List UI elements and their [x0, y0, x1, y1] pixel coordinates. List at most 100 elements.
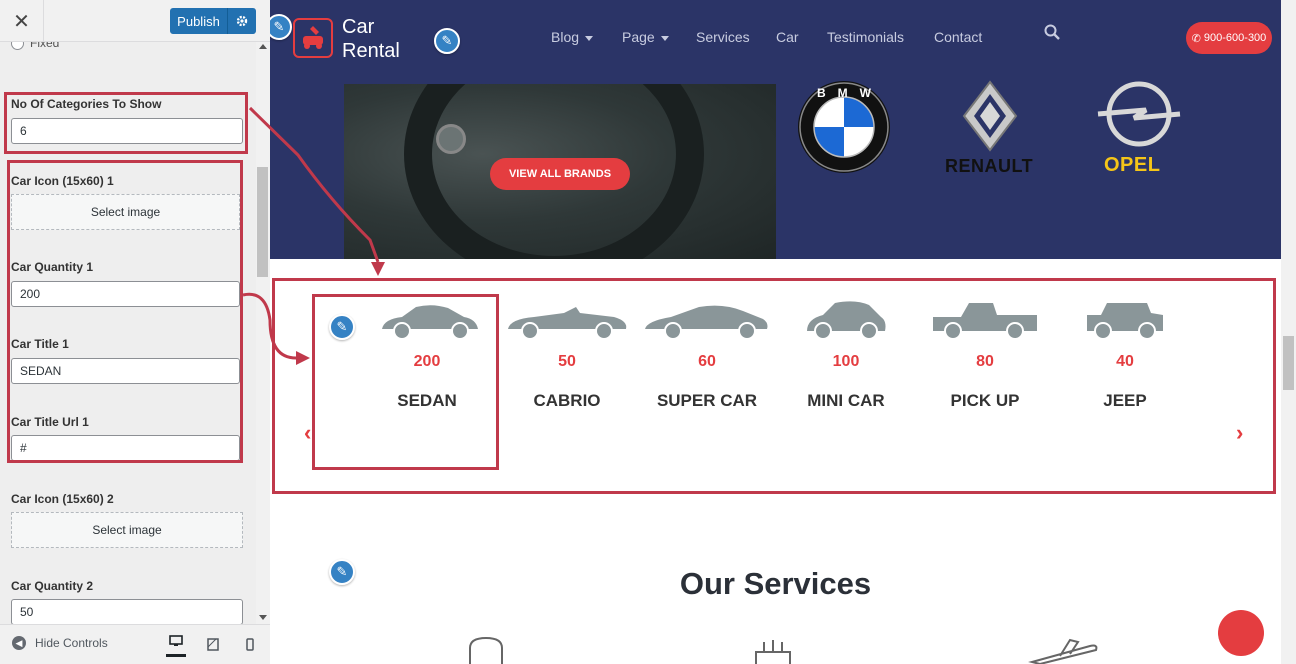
menu-item-contact[interactable]: Contact [934, 29, 982, 45]
opel-logo[interactable] [1096, 80, 1182, 155]
site-preview: ✎ Car Rental ✎ Blog Page Services Car Te… [270, 0, 1296, 664]
car-icon-1-select-image[interactable]: Select image [11, 194, 240, 230]
car-qty-2-label: Car Quantity 2 [11, 579, 94, 593]
category-item[interactable]: 40 JEEP [1055, 299, 1195, 411]
brands-section: VIEW ALL BRANDS BMW RENAULT OPEL [270, 80, 1281, 259]
service-icon-3 [1028, 638, 1098, 664]
category-title[interactable]: CABRIO [497, 391, 637, 411]
service-icon-1 [469, 636, 503, 664]
category-title[interactable]: SEDAN [357, 391, 497, 411]
renault-wordmark: RENAULT [945, 156, 1034, 176]
service-icon-2 [755, 640, 791, 664]
mobile-preview-icon[interactable] [240, 635, 260, 653]
collapse-icon: ◀ [12, 636, 26, 650]
supercar-icon [645, 305, 768, 340]
sidebar-scrollbar[interactable] [256, 42, 270, 624]
cabrio-icon [508, 307, 627, 340]
publish-group: Publish [170, 8, 256, 34]
edit-shortcut-pencil-icon[interactable]: ✎ [434, 28, 460, 54]
car-icon-2-select-image[interactable]: Select image [11, 512, 243, 548]
car-icon-1-label: Car Icon (15x60) 1 [11, 174, 114, 188]
sedan-icon [382, 305, 478, 340]
car-qty-1-input[interactable]: 200 [11, 281, 240, 307]
minicar-icon [807, 301, 886, 340]
edit-shortcut-pencil-icon[interactable]: ✎ [329, 314, 355, 340]
category-item[interactable]: 80 PICK UP [915, 299, 1055, 411]
renault-logo[interactable] [962, 80, 1018, 157]
menu-item-services[interactable]: Services [696, 29, 750, 45]
category-item[interactable]: 200 SEDAN [357, 299, 497, 411]
carousel-prev-icon[interactable]: ‹ [304, 420, 311, 446]
desktop-preview-icon[interactable] [166, 627, 186, 657]
chat-bubble-icon[interactable] [1218, 610, 1264, 656]
gear-icon[interactable] [228, 8, 256, 34]
num-categories-label: No Of Categories To Show [11, 97, 162, 111]
chevron-down-icon [660, 35, 669, 41]
radio-circle[interactable] [11, 42, 24, 50]
scroll-up-icon[interactable] [259, 44, 267, 49]
car-icon-2-label: Car Icon (15x60) 2 [11, 492, 114, 506]
customizer-controls: Fixed No Of Categories To Show 6 Car Ico… [0, 42, 256, 624]
pickup-icon [933, 303, 1037, 340]
car-logo-icon[interactable] [293, 18, 333, 58]
scroll-down-icon[interactable] [259, 615, 267, 620]
bmw-logo[interactable]: BMW [797, 80, 891, 179]
opel-wordmark: OPEL [1104, 154, 1161, 176]
customizer-footer: ◀ Hide Controls [0, 624, 270, 664]
view-all-brands-button[interactable]: VIEW ALL BRANDS [490, 158, 630, 190]
car-qty-2-input[interactable]: 50 [11, 599, 243, 624]
menu-item-page[interactable]: Page [622, 29, 669, 45]
phone-button[interactable]: ✆ 900-600-300 [1186, 22, 1272, 54]
category-title[interactable]: MINI CAR [776, 391, 916, 411]
site-header: ✎ Car Rental ✎ Blog Page Services Car Te… [270, 0, 1281, 84]
menu-label: Page [622, 29, 655, 45]
menu-item-blog[interactable]: Blog [551, 29, 594, 45]
menu-label: Blog [551, 29, 580, 45]
hide-controls-button[interactable]: ◀ Hide Controls [12, 636, 108, 650]
category-quantity: 60 [698, 353, 716, 370]
phone-icon: ✆ [1191, 32, 1201, 45]
category-title[interactable]: JEEP [1055, 391, 1195, 411]
category-title[interactable]: SUPER CAR [637, 391, 777, 411]
bmw-wordmark: BMW [817, 86, 883, 100]
hide-controls-label: Hide Controls [35, 636, 108, 650]
car-title-1-input[interactable]: SEDAN [11, 358, 240, 384]
publish-button[interactable]: Publish [170, 8, 228, 34]
category-quantity: 100 [832, 353, 860, 370]
edit-shortcut-pencil-icon[interactable]: ✎ [270, 14, 292, 40]
car-title-url-1-label: Car Title Url 1 [11, 415, 89, 429]
close-icon[interactable]: ✕ [0, 0, 44, 42]
num-categories-input[interactable]: 6 [11, 118, 243, 144]
menu-item-car[interactable]: Car [776, 29, 799, 45]
carousel-next-icon[interactable]: › [1236, 420, 1243, 446]
service-icons-row [469, 636, 1098, 664]
site-logo-text[interactable]: Car Rental [342, 15, 400, 63]
jeep-icon [1087, 303, 1163, 340]
category-item[interactable]: 100 MINI CAR [776, 299, 916, 411]
category-quantity: 200 [413, 353, 441, 370]
category-quantity: 50 [558, 353, 576, 370]
chevron-down-icon [585, 35, 594, 41]
car-title-1-label: Car Title 1 [11, 337, 69, 351]
category-item[interactable]: 50 CABRIO [497, 299, 637, 411]
logo-line-1: Car [342, 16, 375, 38]
car-categories-section: ✎ 200 SEDAN 50 CABRIO 60 SUPER CAR 100 M… [270, 259, 1281, 509]
customizer-sidebar: ✕ Publish Fixed No Of Categories To Show… [0, 0, 270, 664]
scrollbar-thumb[interactable] [1283, 336, 1294, 390]
tablet-preview-icon[interactable] [203, 635, 223, 653]
services-heading: Our Services [679, 566, 872, 601]
logo-line-2: Rental [342, 40, 400, 62]
car-qty-1-label: Car Quantity 1 [11, 260, 94, 274]
menu-item-testimonials[interactable]: Testimonials [827, 29, 904, 45]
car-title-url-1-input[interactable]: # [11, 435, 240, 461]
category-quantity: 40 [1116, 353, 1134, 370]
category-title[interactable]: PICK UP [915, 391, 1055, 411]
phone-number: 900-600-300 [1203, 32, 1267, 44]
radio-fixed[interactable]: Fixed [11, 42, 59, 50]
category-item[interactable]: 60 SUPER CAR [637, 299, 777, 411]
search-icon[interactable] [1044, 24, 1060, 40]
scrollbar-thumb[interactable] [257, 167, 268, 277]
preview-scrollbar[interactable] [1281, 0, 1296, 664]
radio-label: Fixed [30, 42, 60, 50]
customizer-header: ✕ Publish [0, 0, 270, 42]
